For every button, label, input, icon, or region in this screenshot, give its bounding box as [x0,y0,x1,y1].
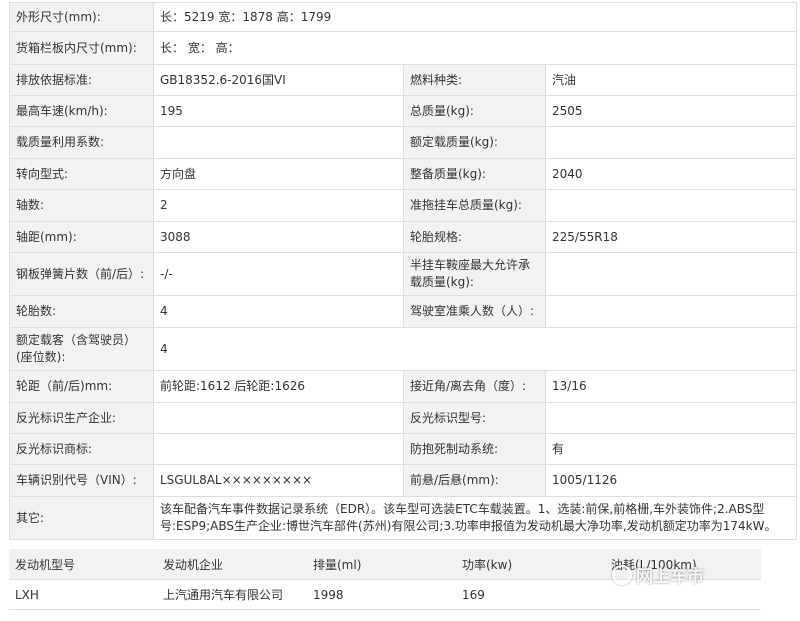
spec-label: 额定载质量(kg): [403,126,546,159]
engine-header-cell: 排量(ml) [307,549,456,580]
spec-value [544,189,798,222]
spec-value: 1005/1126 [544,464,798,497]
spec-label: 总质量(kg): [403,95,546,127]
spec-table: 外形尺寸(mm): 长：5219 宽：1878 高：1799 货箱栏板内尺寸(mm)… [9,2,798,540]
spec-value: 3088 [153,221,404,253]
spec-row: 外形尺寸(mm): 长：5219 宽：1878 高：1799 [9,2,798,32]
spec-label: 半挂车鞍座最大允许承载质量(kg): [403,252,546,296]
spec-value: 225/55R18 [544,221,798,253]
spec-row: 反光标识商标: 防抱死制动系统: 有 [9,433,798,465]
spec-value: 前轮距:1612 后轮距:1626 [153,370,404,403]
watermark-text: 网上车市 [636,567,704,587]
spec-label: 外形尺寸(mm): [9,2,154,32]
spec-value [544,402,798,434]
spec-value: 该车配备汽车事件数据记录系统（EDR）。该车型可选装ETC车载装置。1、选装:前… [152,496,798,540]
spec-value: 汽油 [544,64,798,96]
engine-cell: 169 [456,579,605,610]
spec-value: GB18352.6-2016国VI [153,64,404,96]
spec-value: 4 [153,295,404,328]
spec-label: 轮胎数: [9,295,154,328]
spec-value: LSGUL8AL××××××××× [153,464,404,497]
spec-label: 防抱死制动系统: [403,433,546,465]
spec-row: 轮胎数: 4 驾驶室准乘人数（人）: [9,295,798,328]
spec-row: 轴距(mm): 3088 轮胎规格: 225/55R18 [9,221,798,253]
spec-label: 反光标识商标: [9,433,154,465]
spec-label: 轮胎规格: [403,221,546,253]
spec-label: 车辆识别代号（VIN）: [9,464,154,497]
spec-row: 排放依据标准: GB18352.6-2016国VI 燃料种类: 汽油 [9,64,798,96]
spec-value: -/- [153,252,404,296]
spec-label: 整备质量(kg): [403,158,546,190]
spec-label: 货箱栏板内尺寸(mm): [9,31,154,65]
spec-label: 驾驶室准乘人数（人）: [403,295,546,328]
spec-label: 准拖挂车总质量(kg): [403,189,546,222]
engine-cell: 上汽通用汽车有限公司 [157,579,307,610]
spec-row: 最高车速(km/h): 195 总质量(kg): 2505 [9,95,798,127]
spec-value [153,402,404,434]
spec-value [153,433,404,465]
spec-row: 转向型式: 方向盘 整备质量(kg): 2040 [9,158,798,190]
spec-label: 轴数: [9,189,154,222]
spec-label: 额定载客（含驾驶员）(座位数): [9,327,154,371]
spec-row: 载质量利用系数: 额定载质量(kg): [9,126,798,159]
spec-row: 反光标识生产企业: 反光标识型号: [9,402,798,434]
engine-header-cell: 功率(kw) [456,549,605,580]
spec-value: 方向盘 [153,158,404,190]
spec-label: 其它: [9,496,154,540]
spec-value: 2040 [544,158,798,190]
watermark: 网上车市 [612,562,704,587]
spec-label: 反光标识型号: [403,402,546,434]
spec-label: 轮距（前/后)mm: [9,370,154,403]
spec-label: 燃料种类: [403,64,546,96]
engine-header-cell: 发动机企业 [157,549,307,580]
wheel-icon [612,564,632,585]
spec-label: 最高车速(km/h): [9,95,154,127]
spec-value: 长： 宽： 高： [152,31,798,65]
spec-value [544,252,798,296]
engine-cell: LXH [9,579,157,610]
spec-row: 车辆识别代号（VIN）: LSGUL8AL××××××××× 前悬/后悬(mm): 1… [9,464,798,497]
spec-value: 有 [544,433,798,465]
spec-label: 接近角/离去角（度）: [403,370,546,403]
spec-label: 转向型式: [9,158,154,190]
spec-label: 载质量利用系数: [9,126,154,159]
spec-value: 2 [153,189,404,222]
spec-value: 长：5219 宽：1878 高：1799 [152,2,798,32]
spec-row: 轴数: 2 准拖挂车总质量(kg): [9,189,798,222]
spec-value: 2505 [544,95,798,127]
spec-row: 额定载客（含驾驶员）(座位数): 4 [9,327,798,371]
spec-label: 钢板弹簧片数（前/后）: [9,252,154,296]
engine-header-cell: 发动机型号 [9,549,157,580]
spec-row: 其它: 该车配备汽车事件数据记录系统（EDR）。该车型可选装ETC车载装置。1、选… [9,496,798,540]
spec-row: 轮距（前/后)mm: 前轮距:1612 后轮距:1626 接近角/离去角（度）: 13… [9,370,798,403]
spec-value [153,126,404,159]
spec-value: 13/16 [544,370,798,403]
spec-value: 4 [152,327,798,371]
spec-label: 前悬/后悬(mm): [403,464,546,497]
spec-value [544,295,798,328]
spec-label: 排放依据标准: [9,64,154,96]
spec-value [544,126,798,159]
spec-label: 轴距(mm): [9,221,154,253]
spec-label: 反光标识生产企业: [9,402,154,434]
spec-value: 195 [153,95,404,127]
spec-row: 货箱栏板内尺寸(mm): 长： 宽： 高： [9,31,798,65]
spec-row: 钢板弹簧片数（前/后）: -/- 半挂车鞍座最大允许承载质量(kg): [9,252,798,296]
engine-cell: 1998 [307,579,456,610]
